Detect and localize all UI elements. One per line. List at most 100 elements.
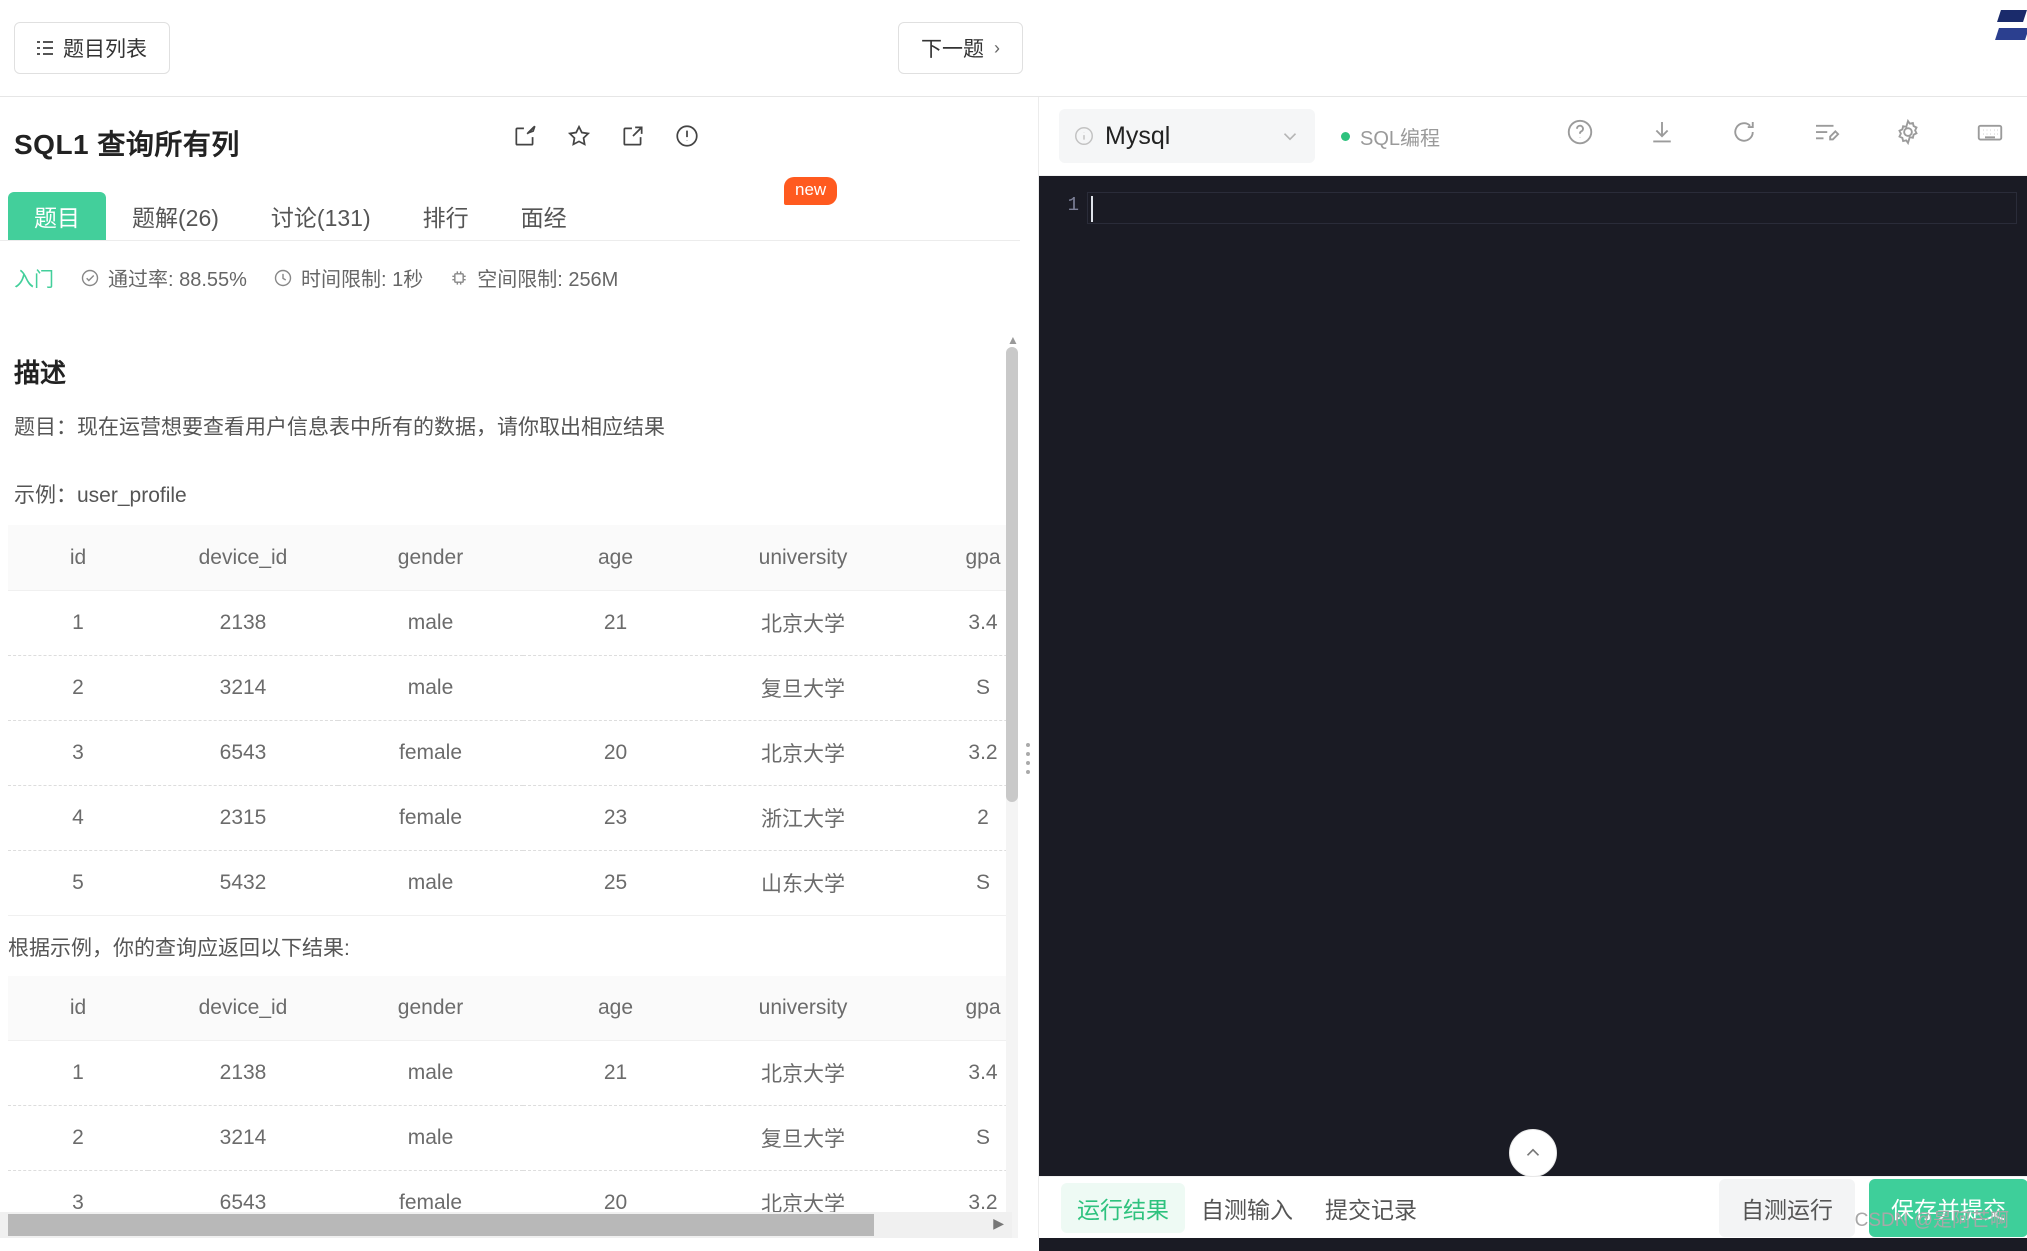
problem-list-button[interactable]: 题目列表 [14, 22, 170, 74]
collapse-console-button[interactable] [1509, 1129, 1557, 1177]
active-code-line[interactable] [1087, 192, 2017, 224]
report-icon[interactable] [674, 123, 700, 149]
cell: 3214 [148, 655, 338, 720]
column-header: device_id [148, 525, 338, 590]
tab-label: 排行 [423, 199, 469, 233]
cell: 3.2 [898, 720, 1012, 785]
cell: male [338, 850, 523, 915]
table-row: 2 3214 male 复旦大学 S [8, 655, 1012, 720]
column-header: gpa [898, 976, 1012, 1041]
cell: 25 [523, 850, 708, 915]
tab-0[interactable]: 题目 [8, 192, 106, 240]
cell: S [898, 850, 1012, 915]
tab-4[interactable]: 面经 [495, 192, 593, 240]
difficulty-label: 入门 [14, 263, 54, 292]
tab-label: 讨论(131) [271, 199, 371, 233]
self-test-run-button[interactable]: 自测运行 [1719, 1179, 1855, 1237]
cell: 3.4 [898, 1041, 1012, 1106]
horizontal-scrollbar[interactable]: ▶ [0, 1212, 1012, 1238]
panel-splitter[interactable] [1020, 97, 1038, 1238]
column-header: gender [338, 976, 523, 1041]
bottom-tab-0[interactable]: 运行结果 [1061, 1183, 1185, 1233]
scrollbar-thumb[interactable] [1006, 347, 1018, 802]
problem-tabs: 题目 题解(26) 讨论(131) 排行 面经 new [0, 185, 1030, 241]
refresh-icon[interactable] [1729, 117, 1759, 147]
cell: male [338, 1041, 523, 1106]
cell [523, 1106, 708, 1171]
database-select[interactable]: Mysql [1059, 109, 1315, 163]
cell: male [338, 1106, 523, 1171]
cell: 复旦大学 [708, 1106, 898, 1171]
scrollbar-thumb[interactable] [8, 1214, 874, 1236]
column-header: university [708, 976, 898, 1041]
result-table: id device_id gender age university gpa 1… [8, 976, 1012, 1238]
tab-1[interactable]: 题解(26) [106, 192, 245, 240]
code-editor[interactable]: 1 [1039, 176, 2027, 1251]
cell: 4 [8, 785, 148, 850]
table-row: 4 2315 female 23 浙江大学 2 [8, 785, 1012, 850]
bottom-tab-1[interactable]: 自测输入 [1185, 1183, 1309, 1233]
result-note: 根据示例，你的查询应返回以下结果: [0, 916, 1012, 970]
table-row: 3 6543 female 20 北京大学 3.2 [8, 720, 1012, 785]
splitter-grip-icon [1026, 743, 1031, 779]
bottom-tab-2[interactable]: 提交记录 [1309, 1183, 1433, 1233]
cell: 山东大学 [708, 850, 898, 915]
cell: 3 [8, 720, 148, 785]
next-problem-label: 下一题 [921, 33, 984, 63]
column-header: gpa [898, 525, 1012, 590]
cell: 北京大学 [708, 590, 898, 655]
table-row: 2 3214 male 复旦大学 S [8, 1106, 1012, 1171]
tab-label: 题目 [34, 199, 80, 233]
chevron-up-icon [1522, 1142, 1544, 1164]
table-header-row: id device_id gender age university gpa [8, 525, 1012, 590]
share-icon[interactable] [620, 123, 646, 149]
chevron-right-icon: › [994, 38, 1000, 59]
brand-logo [1991, 6, 2027, 58]
scroll-right-arrow-icon[interactable]: ▶ [993, 1215, 1004, 1232]
cell: 6543 [148, 720, 338, 785]
column-header: gender [338, 525, 523, 590]
cell: 1 [8, 1041, 148, 1106]
tab-2[interactable]: 讨论(131) [245, 192, 397, 240]
line-number-gutter: 1 [1039, 176, 1087, 1251]
format-code-icon[interactable] [1811, 117, 1841, 147]
scroll-up-arrow-icon[interactable]: ▲ [1007, 333, 1019, 347]
next-problem-button[interactable]: 下一题 › [898, 22, 1023, 74]
cell: 2138 [148, 1041, 338, 1106]
column-header: id [8, 976, 148, 1041]
cell: female [338, 785, 523, 850]
cell: 20 [523, 720, 708, 785]
text-caret [1091, 196, 1093, 222]
description-text: 题目：现在运营想要查看用户信息表中所有的数据，请你取出相应结果 [0, 404, 1012, 452]
table-row: 5 5432 male 25 山东大学 S [8, 850, 1012, 915]
editor-toolbar: Mysql SQL编程 [1039, 97, 2027, 176]
cell: 2315 [148, 785, 338, 850]
cell: 23 [523, 785, 708, 850]
example-table: id device_id gender age university gpa 1… [8, 525, 1012, 916]
new-badge: new [784, 177, 837, 205]
star-icon[interactable] [566, 123, 592, 149]
download-icon[interactable] [1647, 117, 1677, 147]
cell: female [338, 720, 523, 785]
column-header: device_id [148, 976, 338, 1041]
list-icon [37, 41, 53, 55]
tab-3[interactable]: 排行 [397, 192, 495, 240]
gear-icon[interactable] [1893, 117, 1923, 147]
database-label: Mysql [1105, 122, 1269, 151]
top-bar: 题目列表 下一题 › [0, 0, 2027, 97]
check-circle-icon [80, 268, 100, 288]
cell: 2 [898, 785, 1012, 850]
column-header: id [8, 525, 148, 590]
cell: 3.4 [898, 590, 1012, 655]
time-limit: 时间限制: 1秒 [273, 263, 423, 292]
column-header: age [523, 525, 708, 590]
cell: 浙江大学 [708, 785, 898, 850]
cell: 2 [8, 655, 148, 720]
edit-icon[interactable] [512, 123, 538, 149]
table-header-row: id device_id gender age university gpa [8, 976, 1012, 1041]
space-limit-label: 空间限制: 256M [477, 263, 618, 292]
vertical-scrollbar[interactable]: ▲ ▼ [1006, 347, 1018, 1238]
chip-icon [449, 268, 469, 288]
help-icon[interactable] [1565, 117, 1595, 147]
keyboard-icon[interactable] [1975, 117, 2005, 147]
